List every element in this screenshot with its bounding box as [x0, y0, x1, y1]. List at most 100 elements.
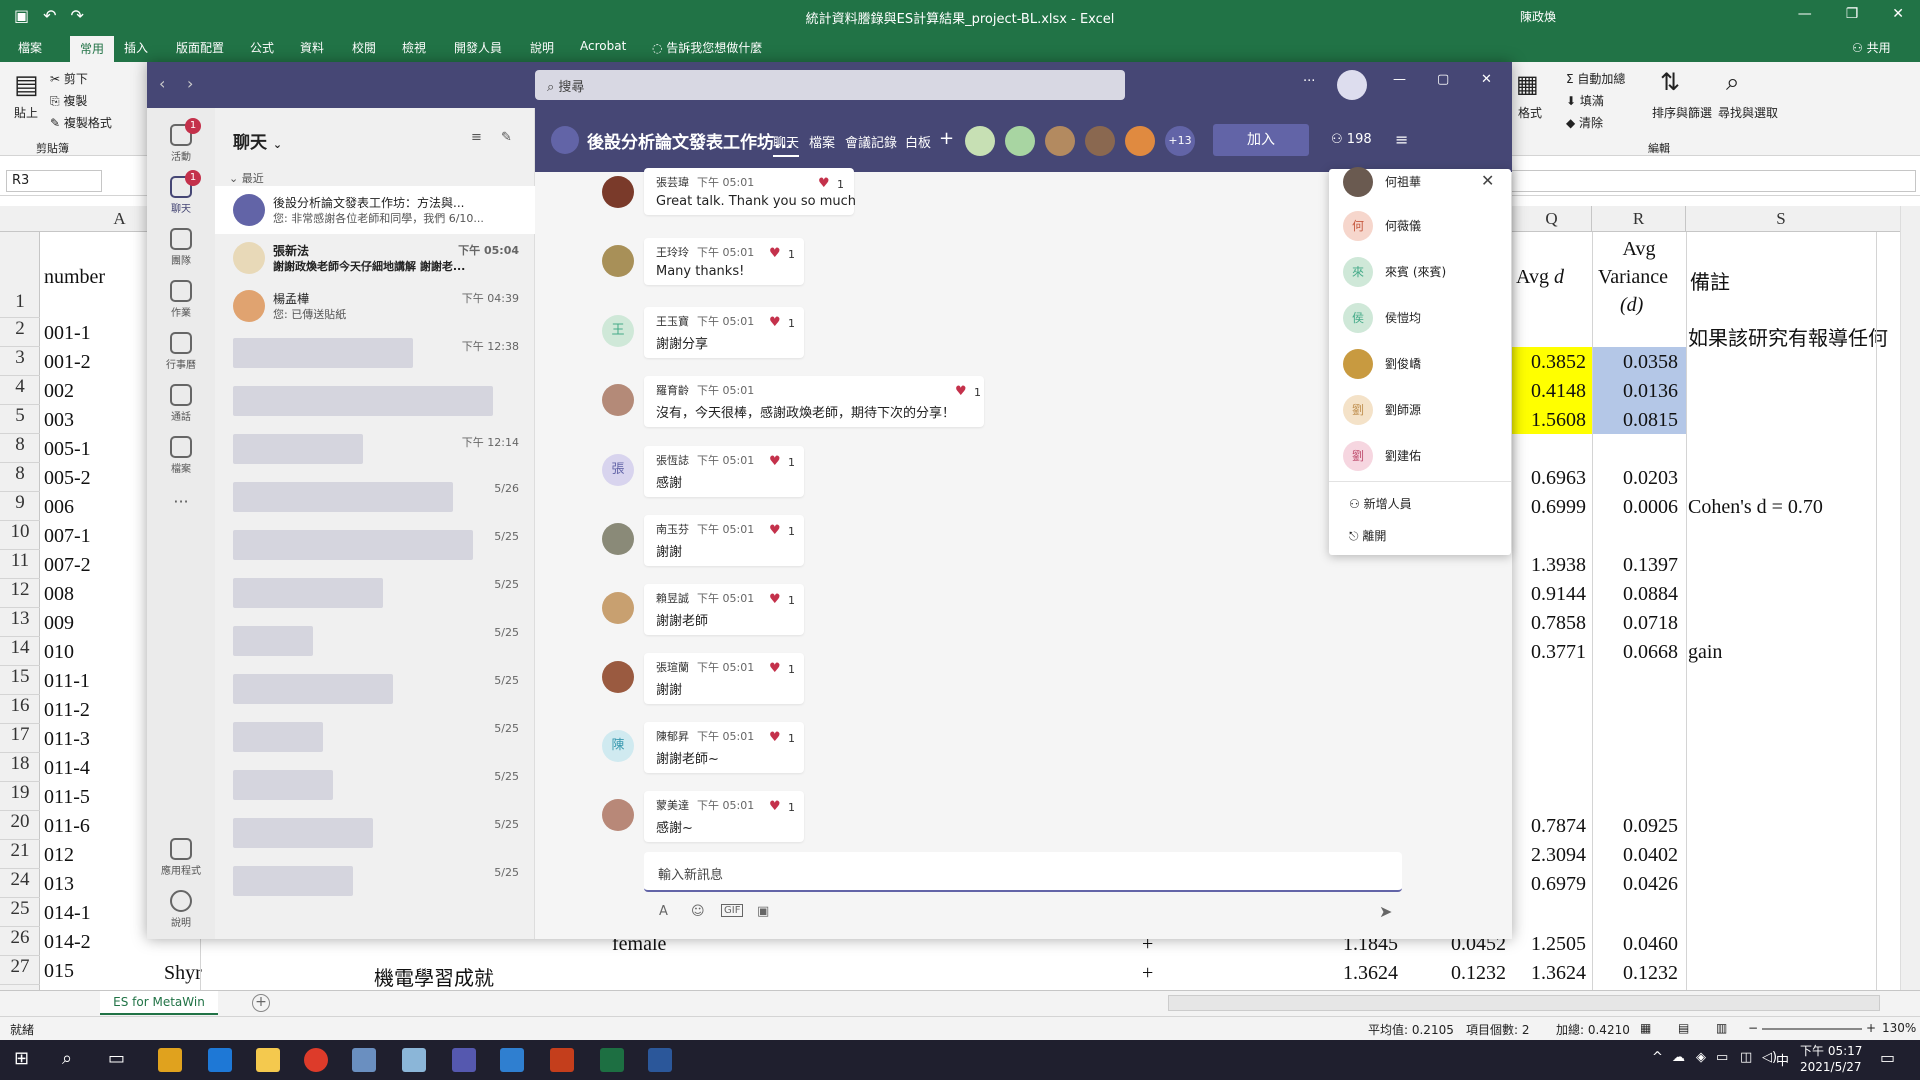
avatar[interactable]: 張	[602, 454, 634, 486]
cell-a[interactable]: 001-2	[44, 351, 91, 374]
cell-r14[interactable]: 0.0668	[1592, 641, 1678, 664]
rail-apps[interactable]: 應用程式	[147, 838, 215, 877]
battery-icon[interactable]: ▭	[1716, 1050, 1728, 1065]
cell-a[interactable]: 006	[44, 496, 74, 519]
header-avg-var-sym[interactable]: (d)	[1620, 294, 1643, 317]
row-header[interactable]: 26	[0, 927, 40, 956]
tab-file[interactable]: 檔案	[18, 39, 42, 56]
add-sheet-icon[interactable]: +	[252, 994, 270, 1012]
view-layout-icon[interactable]: ▤	[1678, 1021, 1689, 1035]
tab-help[interactable]: 說明	[530, 39, 554, 56]
row-header[interactable]: 9	[0, 492, 40, 521]
cell-a[interactable]: 013	[44, 873, 74, 896]
cell-a[interactable]: 014-1	[44, 902, 91, 925]
heart-icon[interactable]: ♥	[769, 661, 781, 676]
list-item[interactable]: 5/26	[215, 474, 535, 522]
row-header[interactable]: 18	[0, 753, 40, 782]
maximize-icon[interactable]: ▢	[1437, 72, 1449, 87]
avatar[interactable]	[1005, 126, 1035, 156]
sheet-tab[interactable]: ES for MetaWin	[100, 991, 218, 1015]
join-button[interactable]: 加入	[1213, 124, 1309, 156]
rail-help[interactable]: 說明	[147, 890, 215, 929]
row-header[interactable]: 25	[0, 898, 40, 927]
tab-insert[interactable]: 插入	[124, 39, 148, 56]
cell-r24[interactable]: 0.0426	[1592, 873, 1678, 896]
row-header[interactable]: 8	[0, 434, 40, 463]
avatar[interactable]	[602, 384, 634, 416]
list-item[interactable]: 5/25	[215, 522, 535, 570]
view-normal-icon[interactable]: ▦	[1640, 1021, 1651, 1035]
cell-g27[interactable]: 0.1232	[1404, 962, 1506, 985]
row-header[interactable]: 16	[0, 695, 40, 724]
filter-icon[interactable]: ≡	[471, 130, 482, 145]
sticker-icon[interactable]: ▣	[757, 904, 769, 919]
list-item[interactable]: 5/25	[215, 570, 535, 618]
cell-a[interactable]: 008	[44, 583, 74, 606]
zoom-level[interactable]: 130%	[1882, 1021, 1916, 1035]
cell-a[interactable]: 011-6	[44, 815, 90, 838]
tab-page-layout[interactable]: 版面配置	[176, 39, 224, 56]
list-item[interactable]: 5/25	[215, 810, 535, 858]
tab-developer[interactable]: 開發人員	[454, 39, 502, 56]
zoom-out-icon[interactable]: −	[1748, 1021, 1758, 1035]
add-people-button[interactable]: ⚇ 新增人員	[1349, 495, 1412, 512]
heart-icon[interactable]: ♥	[769, 315, 781, 330]
list-item[interactable]: 下午 12:14	[215, 426, 535, 474]
rail-calendar[interactable]: 行事曆	[147, 332, 215, 371]
clock-date[interactable]: 2021/5/27	[1800, 1060, 1862, 1074]
list-item[interactable]: 張新法 下午 05:04 謝謝政煥老師今天仔細地講解 謝謝老...	[215, 234, 535, 282]
cell-q14[interactable]: 0.3771	[1512, 641, 1586, 664]
cell-q4[interactable]: 0.4148	[1512, 380, 1586, 403]
tab-meeting-notes[interactable]: 會議記錄	[845, 132, 897, 151]
cell-q9[interactable]: 0.6999	[1512, 496, 1586, 519]
back-icon[interactable]: ‹	[159, 74, 165, 93]
emoji-icon[interactable]: ☺	[691, 904, 705, 919]
row-header[interactable]: 14	[0, 637, 40, 666]
meeting-title[interactable]: 後設分析論文發表工作坊...	[587, 128, 793, 153]
account-name[interactable]: 陳政煥	[1520, 8, 1556, 25]
rail-calls[interactable]: 通話	[147, 384, 215, 423]
message[interactable]: 羅育齡 下午 05:01 沒有，今天很棒，感謝政煥老師，期待下次的分享！	[644, 376, 984, 427]
heart-icon[interactable]: ♥	[769, 523, 781, 538]
zoom-in-icon[interactable]: +	[1866, 1021, 1876, 1035]
minimize-icon[interactable]: —	[1393, 72, 1406, 87]
avatar[interactable]	[602, 799, 634, 831]
row-header[interactable]: 13	[0, 608, 40, 637]
cut-button[interactable]: ✂ 剪下	[50, 70, 88, 87]
paste-icon[interactable]: ▤	[14, 70, 39, 100]
row-header[interactable]: 21	[0, 840, 40, 869]
tab-acrobat[interactable]: Acrobat	[580, 39, 626, 53]
fill-button[interactable]: ⬇ 填滿	[1566, 92, 1604, 109]
cell-a[interactable]: 003	[44, 409, 74, 432]
restore-icon[interactable]: ❐	[1846, 6, 1859, 22]
row-header[interactable]: 3	[0, 347, 40, 376]
compose-icon[interactable]: ✎	[501, 130, 512, 145]
find-select-button[interactable]: 尋找與選取	[1718, 104, 1778, 121]
row-header[interactable]: 19	[0, 782, 40, 811]
clear-button[interactable]: ◆ 清除	[1566, 114, 1603, 131]
avatar[interactable]: 王	[602, 315, 634, 347]
participant[interactable]: 侯侯愷均	[1329, 297, 1511, 339]
cell-q26[interactable]: 1.2505	[1512, 933, 1586, 956]
volume-icon[interactable]: ◁)	[1762, 1050, 1777, 1065]
cell-r3[interactable]: 0.0358	[1592, 351, 1678, 374]
cell-r20[interactable]: 0.0925	[1592, 815, 1678, 838]
cell-q27[interactable]: 1.3624	[1512, 962, 1586, 985]
participant[interactable]: 劉劉師源	[1329, 389, 1511, 431]
cell-r13[interactable]: 0.0718	[1592, 612, 1678, 635]
list-item[interactable]: 5/25	[215, 714, 535, 762]
row-header[interactable]: 17	[0, 724, 40, 753]
cell-r5[interactable]: 0.0815	[1592, 409, 1678, 432]
tab-view[interactable]: 檢視	[402, 39, 426, 56]
participants-button[interactable]: ⚇ 198	[1331, 132, 1372, 147]
cell-q11[interactable]: 1.3938	[1512, 554, 1586, 577]
cell-q20[interactable]: 0.7874	[1512, 815, 1586, 838]
powerpoint-icon[interactable]	[550, 1048, 574, 1072]
avatar[interactable]	[965, 126, 995, 156]
find-icon[interactable]: ⌕	[1726, 68, 1739, 96]
sort-icon[interactable]: ⇅	[1660, 68, 1680, 96]
avatar[interactable]	[1125, 126, 1155, 156]
heart-icon[interactable]: ♥	[769, 799, 781, 814]
avatar[interactable]	[602, 523, 634, 555]
cell-q5[interactable]: 1.5608	[1512, 409, 1586, 432]
